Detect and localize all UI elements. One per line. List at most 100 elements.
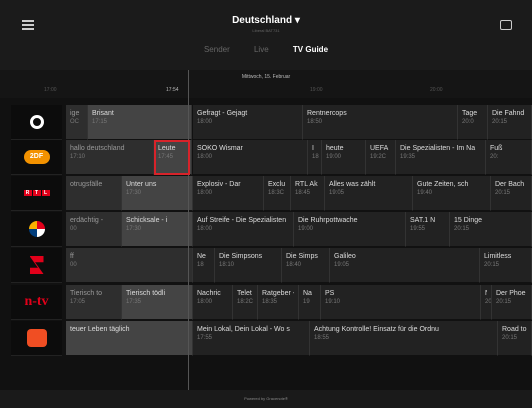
pro7-logo-icon xyxy=(29,256,44,274)
program-cell[interactable]: Gefragt - Gejagt 18:00 xyxy=(193,105,303,140)
program-time: 17:30 xyxy=(126,190,142,196)
program-time: 19:00 xyxy=(298,226,314,232)
program-cell[interactable]: Schicksale - i 17:30 xyxy=(122,212,193,247)
program-time: 19:55 xyxy=(410,226,426,232)
program-title: Limitless xyxy=(484,253,512,260)
program-cell[interactable]: Ne 18 xyxy=(193,248,215,283)
program-cell[interactable]: ige OC xyxy=(66,105,88,140)
program-title: Ratgeber - xyxy=(262,290,294,297)
program-time: 19:35 xyxy=(400,154,416,160)
region-subtitle: Liberal BAT731 xyxy=(252,28,280,33)
program-cell[interactable]: Explosiv - Dar 18:00 xyxy=(193,176,264,211)
program-time: 18:35 xyxy=(262,299,278,305)
program-title: 15 Dinge xyxy=(454,217,483,224)
region-selector[interactable]: Deutschland ▾ xyxy=(0,15,532,26)
program-title: Tage xyxy=(462,110,478,117)
rtl-logo-icon: RTL xyxy=(23,190,50,196)
program-cell[interactable]: Ratgeber - 18:35 xyxy=(258,285,299,320)
cast-icon[interactable] xyxy=(500,20,512,30)
program-time: 20:0 xyxy=(485,299,492,305)
program-title: Schicksale - i xyxy=(126,217,168,224)
program-cell[interactable]: Limitless 20:15 xyxy=(480,248,532,283)
program-cell[interactable]: 15 Dinge 20:15 xyxy=(450,212,532,247)
program-grid: ige OC Brisant 17:15 Gefragt - Gejagt 18:00 Re… xyxy=(0,98,532,388)
program-cell[interactable]: teuer Leben täglich xyxy=(66,321,193,356)
program-cell[interactable]: Nach20:0 xyxy=(481,285,492,320)
program-cell[interactable]: Die Ruhrpottwache 19:00 xyxy=(294,212,406,247)
program-title: SOKO Wismar xyxy=(197,145,243,152)
program-cell[interactable]: hallo deutschland 17:10 xyxy=(66,140,154,175)
program-cell[interactable]: Brisant 17:15 xyxy=(88,105,192,140)
program-cell[interactable]: Galileo 19:05 xyxy=(330,248,480,283)
program-cell[interactable]: RTL Ak 18:45 xyxy=(291,176,325,211)
program-time: 18:00 xyxy=(197,154,213,160)
program-title: Tierisch tödli xyxy=(126,290,166,297)
program-title: Die Ruhrpottwache xyxy=(298,217,358,224)
timeline-time: 20:00 xyxy=(430,87,443,93)
program-cell[interactable]: erdächtig - 00 xyxy=(66,212,122,247)
program-cell[interactable]: Gute Zeiten, sch 19:40 xyxy=(413,176,491,211)
program-title: Galileo xyxy=(334,253,356,260)
program-time: 17:05 xyxy=(70,299,86,305)
program-cell[interactable]: Exclu 18:3C xyxy=(264,176,291,211)
app-header: Deutschland ▾ Liberal BAT731 Sender Live… xyxy=(0,0,532,70)
program-cell[interactable]: SOKO Wismar 18:00 xyxy=(193,140,308,175)
program-time: 18:00 xyxy=(197,119,213,125)
tab-bar: Sender Live TV Guide xyxy=(0,45,532,54)
program-cell[interactable]: Mein Lokal, Dein Lokal - Wo s 17:55 xyxy=(193,321,310,356)
program-cell[interactable]: UEFA 19:2C xyxy=(366,140,396,175)
tab-live[interactable]: Live xyxy=(254,45,269,54)
channel-logo[interactable]: 2DF xyxy=(11,140,62,175)
channel-logo[interactable] xyxy=(11,105,62,140)
program-cell[interactable]: Der Bach 20:15 xyxy=(491,176,532,211)
program-title: Fuß xyxy=(490,145,503,152)
program-time: OC xyxy=(70,119,79,125)
program-cell[interactable]: PS 19:10 xyxy=(321,285,481,320)
program-time: 18:3C xyxy=(268,190,285,196)
program-time: 18:2C xyxy=(237,299,254,305)
program-cell[interactable]: Tierisch tödli 17:35 xyxy=(122,285,193,320)
zdf-logo-icon: 2DF xyxy=(23,150,50,164)
tab-tv-guide[interactable]: TV Guide xyxy=(293,45,328,54)
program-cell[interactable]: Die Simpsons 18:10 xyxy=(215,248,282,283)
program-title: teuer Leben täglich xyxy=(70,326,130,333)
program-cell[interactable]: Die Spezialisten - Im Na 19:35 xyxy=(396,140,486,175)
program-cell[interactable]: Road to 20:15 xyxy=(498,321,532,356)
program-cell[interactable]: Auf Streife - Die Spezialisten 18:00 xyxy=(193,212,294,247)
program-cell[interactable]: Nachric 18:00 xyxy=(193,285,233,320)
channel-logo[interactable]: n-tv xyxy=(11,285,62,320)
program-cell[interactable]: Fuß 20: xyxy=(486,140,532,175)
channel-logo[interactable] xyxy=(11,212,62,247)
program-time: 20:15 xyxy=(502,335,518,341)
program-cell[interactable]: Alles was zählt 19:05 xyxy=(325,176,413,211)
program-time: 20:15 xyxy=(492,119,508,125)
program-cell[interactable]: Tierisch to 17:05 xyxy=(66,285,122,320)
program-cell[interactable]: Die Fahnd 20:15 xyxy=(488,105,532,140)
program-cell[interactable]: Na 19 xyxy=(299,285,321,320)
program-cell[interactable]: Achtung Kontrolle! Einsatz für die Ordnu… xyxy=(310,321,498,356)
program-time: 17:10 xyxy=(70,154,86,160)
channel-logo[interactable] xyxy=(11,248,62,283)
channel-logo[interactable] xyxy=(11,321,62,356)
tab-sender[interactable]: Sender xyxy=(204,45,230,54)
program-cell[interactable]: Rentnercops 18:50 xyxy=(303,105,458,140)
program-time: 19 xyxy=(303,299,310,305)
program-cell[interactable]: heute 19:00 xyxy=(322,140,366,175)
program-cell[interactable]: Der Phoe 20:15 xyxy=(492,285,532,320)
program-cell[interactable]: ff 00 xyxy=(66,248,193,283)
program-cell[interactable]: SAT.1 N 19:55 xyxy=(406,212,450,247)
program-title: erdächtig - xyxy=(70,217,104,224)
program-cell[interactable]: Unter uns 17:30 xyxy=(122,176,193,211)
program-cell[interactable]: Telet 18:2C xyxy=(233,285,258,320)
das-erste-logo-icon xyxy=(29,115,44,129)
program-cell[interactable]: Leute 17:45 xyxy=(154,140,192,175)
program-cell[interactable]: Die Simps 18:40 xyxy=(282,248,330,283)
program-cell[interactable]: Tage 20:0 xyxy=(458,105,488,140)
program-title: Die Simpsons xyxy=(219,253,263,260)
program-cell[interactable]: I 18 xyxy=(308,140,322,175)
program-cell[interactable]: otrugsfälle xyxy=(66,176,122,211)
current-time-line xyxy=(188,70,189,390)
program-title: hallo deutschland xyxy=(70,145,125,152)
channel-logo[interactable]: RTL xyxy=(11,176,62,211)
program-time: 18:00 xyxy=(197,226,213,232)
